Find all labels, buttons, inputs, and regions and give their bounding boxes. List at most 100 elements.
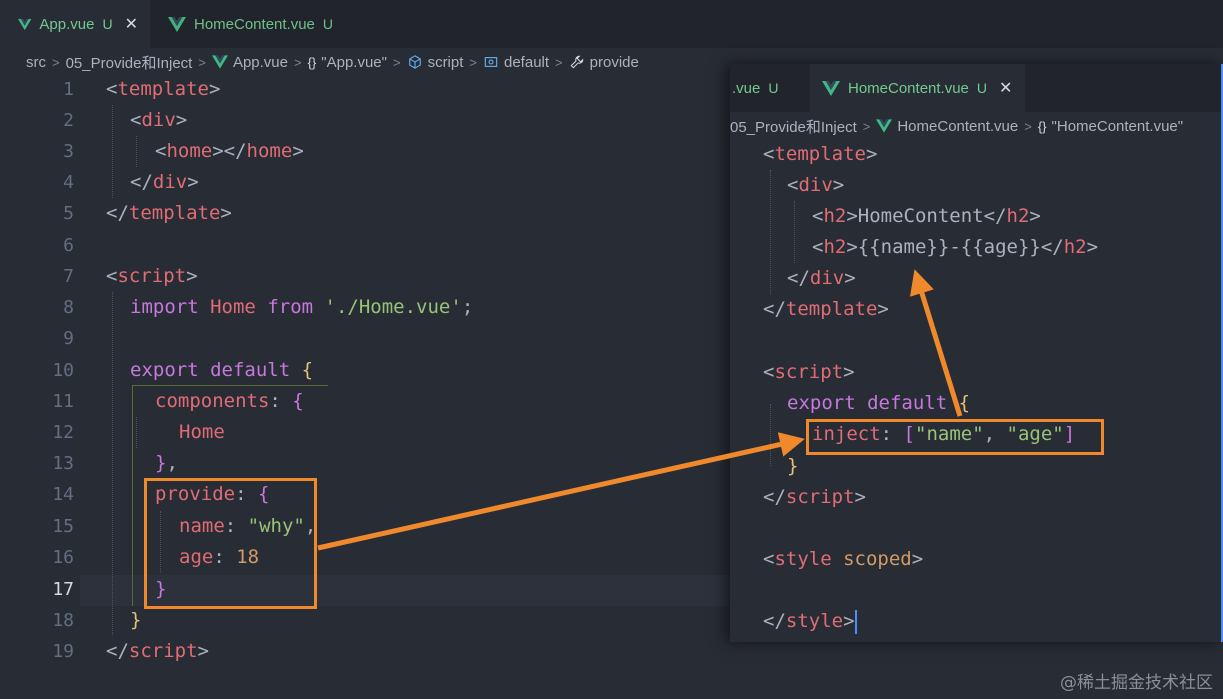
code-line: </div> [130,171,199,193]
line-number: 12 [52,422,74,443]
close-icon[interactable]: ✕ [125,14,138,34]
indent-guide [112,292,113,635]
code-line: } [787,455,799,477]
tab-app-partial-status: U [768,80,779,96]
breadcrumb-item[interactable]: 05_Provide和Inject [730,116,857,137]
line-number: 1 [63,79,74,100]
tab-app-vue[interactable]: App.vue U ✕ [0,0,150,48]
line-number: 6 [63,235,74,256]
chevron-right-icon: > [392,54,401,70]
breadcrumb-item[interactable]: App.vue [233,54,288,71]
chevron-right-icon: > [293,54,302,70]
indent-guide [136,136,137,167]
code-line: <template> [106,78,221,100]
code-line: </script> [763,486,866,508]
line-number: 9 [63,328,74,349]
code-line: </template> [106,202,232,224]
tab-home-status: U [322,16,334,32]
breadcrumb-item[interactable]: 05_Provide和Inject [66,52,193,73]
line-number: 7 [63,266,74,287]
code-line: <home></home> [155,140,304,162]
chevron-right-icon: > [862,118,871,134]
code-line: <h2>HomeContent</h2> [812,205,1041,227]
cube-icon [408,55,421,69]
chevron-right-icon: > [52,54,60,70]
code-line: <template> [763,143,878,165]
vue-icon [168,16,186,32]
breadcrumb-item[interactable]: "HomeContent.vue" [1052,118,1184,135]
tab-home-active-status: U [976,80,988,96]
code-line: <script> [106,265,198,287]
vue-icon [876,119,893,133]
symbol-icon [484,57,498,67]
code-line: <h2>{{name}}-{{age}}</h2> [812,236,1099,258]
line-number: 2 [63,110,74,131]
line-number: 13 [52,453,74,474]
close-icon[interactable]: ✕ [999,78,1012,98]
braces-icon: {} [1037,118,1047,134]
code-line: Home [179,421,225,443]
line-number: 19 [52,641,74,662]
line-number: 10 [52,360,74,381]
tab-homecontent-vue-active[interactable]: HomeContent.vue U ✕ [810,64,1025,112]
code-line: </style> [763,609,857,634]
right-editor-panel: .vue U HomeContent.vue U ✕ 05_Provide和In… [730,64,1223,642]
line-number: 14 [52,484,74,505]
code-line: }, [155,452,178,474]
breadcrumb-item[interactable]: provide [590,54,639,71]
line-number: 3 [63,141,74,162]
inject-highlight-box [806,419,1104,455]
vue-icon [18,18,32,30]
left-tab-bar: App.vue U ✕ HomeContent.vue U [0,0,1223,48]
breadcrumb-item[interactable]: script [428,54,464,71]
indent-guide [794,201,795,263]
line-number: 16 [52,547,74,568]
breadcrumb-item[interactable]: src [26,54,46,71]
right-tab-bar: .vue U HomeContent.vue U ✕ [730,64,1221,112]
chevron-right-icon: > [1024,118,1032,134]
code-line: </script> [106,640,209,662]
tab-app-vue-partial[interactable]: .vue U [730,64,810,112]
right-breadcrumb: 05_Provide和Inject > HomeContent.vue > {}… [730,112,1221,140]
chevron-right-icon: > [198,54,206,70]
line-number: 8 [63,297,74,318]
indent-guide [112,105,113,198]
code-line: export default { [787,392,971,414]
line-number: 4 [63,172,74,193]
line-number: 18 [52,610,74,631]
code-line: <div> [130,109,188,131]
indent-guide [770,404,771,466]
code-line: </div> [787,267,856,289]
vue-icon [822,80,840,96]
line-number: 15 [52,516,74,537]
breadcrumb-item[interactable]: HomeContent.vue [897,118,1018,135]
breadcrumb-item[interactable]: default [504,54,549,71]
indent-guide-active [132,386,133,606]
code-line: <style scoped> [763,548,924,570]
line-number: 11 [52,391,74,412]
line-number: 5 [63,203,74,224]
code-line: export default { [130,359,314,381]
text-cursor [854,609,857,634]
chevron-right-icon: > [469,54,477,70]
code-line: } [130,609,142,631]
vue-icon [211,55,228,69]
tab-homecontent-vue[interactable]: HomeContent.vue U [150,0,360,48]
code-line: import Home from './Home.vue'; [130,296,474,318]
indent-guide [136,417,137,448]
tab-app-partial-label: .vue [732,79,761,97]
watermark: @稀土掘金技术社区 [1060,673,1213,693]
code-line: </template> [763,298,889,320]
breadcrumb-item[interactable]: "App.vue" [321,54,387,71]
line-number-active: 17 [52,579,74,600]
tab-app-status: U [102,16,113,32]
tab-home-label: HomeContent.vue [194,15,315,33]
provide-highlight-box [144,478,317,609]
tab-home-active-label: HomeContent.vue [848,79,969,97]
wrench-icon [570,55,583,69]
code-line: <div> [787,174,845,196]
chevron-right-icon: > [555,54,563,70]
braces-icon: {} [307,54,317,70]
indent-guide [770,170,771,294]
tab-app-label: App.vue [39,15,95,33]
